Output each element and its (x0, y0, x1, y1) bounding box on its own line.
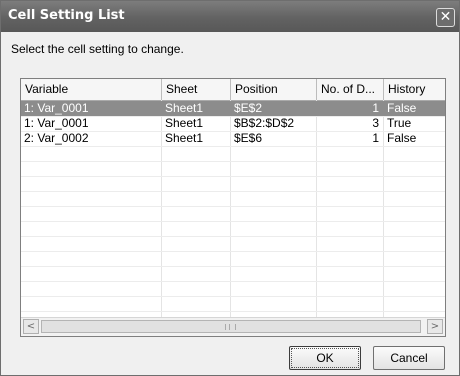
cell-position: $B$2:$D$2 (234, 116, 295, 130)
grid-line (21, 311, 445, 312)
cell-position: $E$2 (234, 101, 263, 115)
grid-line (21, 251, 445, 252)
cell-variable: 1: Var_0001 (24, 101, 89, 115)
title-bar[interactable]: Cell Setting List ✕ (1, 1, 459, 32)
grip-icon (225, 324, 236, 330)
column-header-count[interactable]: No. of D... (317, 79, 384, 100)
scroll-left-icon[interactable]: < (23, 319, 39, 334)
grid-line (21, 161, 445, 162)
grid-line (21, 266, 445, 267)
focus-rect (291, 348, 359, 368)
table-row[interactable]: 2: Var_0002 Sheet1 $E$6 1 False (21, 131, 445, 146)
scroll-right-icon[interactable]: > (427, 319, 443, 334)
cell-variable: 2: Var_0002 (24, 131, 89, 145)
cell-variable: 1: Var_0001 (24, 116, 89, 130)
grid-line (21, 221, 445, 222)
cancel-button-label: Cancel (390, 351, 428, 365)
close-icon[interactable]: ✕ (436, 8, 455, 27)
cell-position: $E$6 (234, 131, 263, 145)
grid-line (21, 296, 445, 297)
table-header: Variable Sheet Position No. of D... Hist… (21, 79, 445, 101)
cell-setting-table[interactable]: Variable Sheet Position No. of D... Hist… (20, 78, 446, 337)
grid-line (21, 176, 445, 177)
cell-history: False (387, 131, 417, 145)
grid-line (21, 281, 445, 282)
horizontal-scrollbar[interactable]: < > (21, 317, 445, 336)
ok-button[interactable]: OK (289, 346, 361, 370)
scroll-thumb[interactable] (41, 320, 421, 333)
dialog-title: Cell Setting List (8, 8, 125, 23)
cell-sheet: Sheet1 (165, 101, 204, 115)
grid-line (21, 146, 445, 147)
cell-count: 3 (372, 116, 379, 130)
grid-line (21, 236, 445, 237)
cell-sheet: Sheet1 (165, 131, 204, 145)
column-header-position[interactable]: Position (231, 79, 317, 100)
grid-line (21, 206, 445, 207)
grid-line (21, 191, 445, 192)
cancel-button[interactable]: Cancel (373, 346, 445, 370)
cell-history: False (387, 101, 417, 115)
column-header-variable[interactable]: Variable (21, 79, 162, 100)
column-header-sheet[interactable]: Sheet (162, 79, 231, 100)
cell-history: True (387, 116, 412, 130)
column-header-history[interactable]: History (384, 79, 445, 100)
table-row[interactable]: 1: Var_0001 Sheet1 $E$2 1 False (21, 101, 445, 116)
instruction-text: Select the cell setting to change. (11, 42, 184, 56)
cell-setting-dialog: Cell Setting List ✕ Select the cell sett… (0, 0, 460, 376)
table-row[interactable]: 1: Var_0001 Sheet1 $B$2:$D$2 3 True (21, 116, 445, 131)
cell-count: 1 (372, 101, 379, 115)
cell-count: 1 (372, 131, 379, 145)
cell-sheet: Sheet1 (165, 116, 204, 130)
